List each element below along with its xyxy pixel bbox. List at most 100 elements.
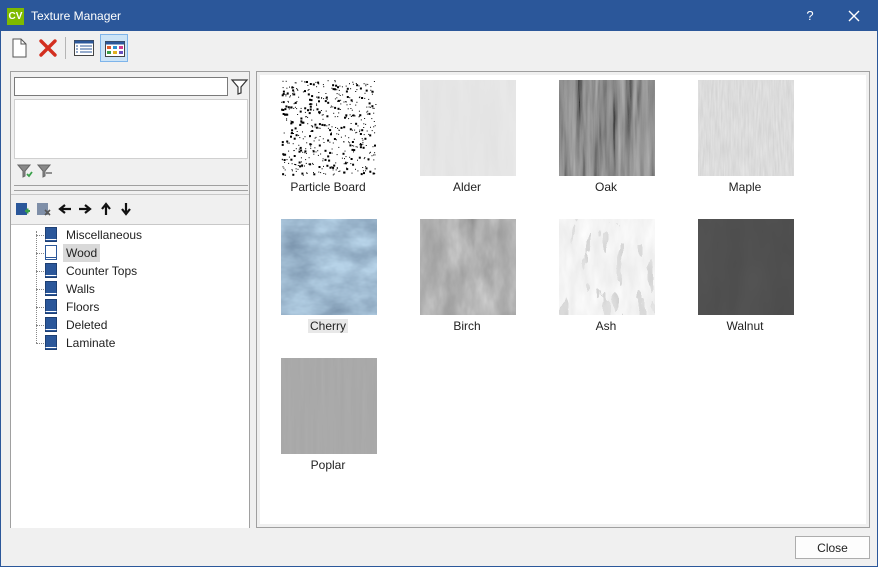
window-title: Texture Manager xyxy=(31,9,122,23)
filter-list[interactable] xyxy=(14,99,248,159)
tree-connector-line xyxy=(36,289,44,290)
book-icon xyxy=(45,281,57,296)
arrow-left-icon xyxy=(58,204,71,214)
book-icon xyxy=(45,299,57,314)
texture-label: Poplar xyxy=(263,458,393,472)
texture-label-text: Maple xyxy=(728,180,762,194)
apply-filter-button[interactable] xyxy=(16,163,33,179)
move-left-button[interactable] xyxy=(57,201,73,217)
texture-tile[interactable]: Maple xyxy=(680,76,810,200)
texture-tile[interactable]: Oak xyxy=(541,76,671,200)
texture-label: Birch xyxy=(402,319,532,333)
texture-label-text: Particle Board xyxy=(290,180,366,194)
tree-item-label: Floors xyxy=(66,300,100,314)
clear-filter-button[interactable] xyxy=(36,163,53,179)
window-close-button[interactable] xyxy=(841,5,867,27)
tree-toolbar xyxy=(11,194,249,223)
texture-label-text: Oak xyxy=(594,180,617,194)
texture-thumbnail xyxy=(698,80,794,176)
delete-icon xyxy=(39,39,57,57)
category-panel: Miscellaneous Wood Counter Tops Walls Floors… xyxy=(10,71,250,528)
texture-label-text: Poplar xyxy=(310,458,346,472)
toolbar xyxy=(1,31,877,65)
tree-connector-line xyxy=(36,271,44,272)
texture-tile[interactable]: Poplar xyxy=(263,354,393,478)
title-bar[interactable]: CV Texture Manager ? xyxy=(1,1,877,31)
toolbar-separator xyxy=(65,37,66,59)
texture-thumbnail xyxy=(559,80,655,176)
texture-thumbnail xyxy=(281,219,377,315)
texture-tile[interactable]: Birch xyxy=(402,215,532,339)
texture-tile[interactable]: Ash xyxy=(541,215,671,339)
arrow-right-icon xyxy=(79,204,92,214)
list-view-icon xyxy=(74,40,94,56)
remove-category-button[interactable] xyxy=(36,201,52,217)
delete-button[interactable] xyxy=(34,34,62,62)
move-down-button[interactable] xyxy=(118,201,134,217)
tree-connector-line xyxy=(36,307,44,308)
texture-label: Oak xyxy=(541,180,671,194)
tree-connector-line xyxy=(36,235,44,236)
texture-gallery[interactable]: Particle Board Alder Oak Maple Cherry Birch As… xyxy=(260,75,866,524)
texture-tile[interactable]: Cherry xyxy=(263,215,393,339)
open-book-icon xyxy=(45,245,57,260)
clear-filter-icon xyxy=(36,164,52,178)
texture-label: Maple xyxy=(680,180,810,194)
texture-thumbnail xyxy=(420,80,516,176)
tree-item-label: Wood xyxy=(63,244,101,262)
list-view-button[interactable] xyxy=(70,34,98,62)
arrow-down-icon xyxy=(121,203,131,216)
tree-item-label: Miscellaneous xyxy=(66,228,143,242)
book-icon xyxy=(45,263,57,278)
filter-button[interactable] xyxy=(230,77,249,96)
remove-folder-icon xyxy=(37,203,51,216)
panel-splitter[interactable] xyxy=(14,185,248,191)
texture-gallery-panel: Particle Board Alder Oak Maple Cherry Birch As… xyxy=(256,71,870,528)
help-button[interactable]: ? xyxy=(801,7,819,25)
texture-thumbnail xyxy=(281,358,377,454)
tree-item-label: Counter Tops xyxy=(66,264,138,278)
arrow-up-icon xyxy=(101,202,111,215)
texture-label: Particle Board xyxy=(263,180,393,194)
tree-item-label: Deleted xyxy=(66,318,108,332)
book-icon xyxy=(45,227,57,242)
book-icon xyxy=(45,335,57,350)
add-category-button[interactable] xyxy=(15,201,31,217)
category-tree[interactable]: Miscellaneous Wood Counter Tops Walls Floors… xyxy=(11,224,249,528)
tree-connector-line xyxy=(36,343,44,344)
tree-item-label: Walls xyxy=(66,282,95,296)
texture-label: Walnut xyxy=(680,319,810,333)
texture-manager-window: CV Texture Manager ? Miscellaneous Wood … xyxy=(0,0,878,567)
texture-label-text: Cherry xyxy=(307,319,348,333)
apply-filter-icon xyxy=(16,164,33,178)
filter-icon xyxy=(230,79,249,95)
texture-label-text: Alder xyxy=(452,180,481,194)
thumbnail-view-button[interactable] xyxy=(100,34,128,62)
texture-tile[interactable]: Particle Board xyxy=(263,76,393,200)
new-document-icon xyxy=(12,38,27,58)
add-folder-icon xyxy=(16,203,30,215)
texture-tile[interactable]: Walnut xyxy=(680,215,810,339)
texture-thumbnail xyxy=(698,219,794,315)
move-up-button[interactable] xyxy=(98,201,114,217)
texture-tile[interactable]: Alder xyxy=(402,76,532,200)
texture-label-text: Ash xyxy=(595,319,617,333)
tree-connector-line xyxy=(36,231,37,343)
tree-connector-line xyxy=(36,325,44,326)
texture-label-text: Birch xyxy=(453,319,481,333)
texture-thumbnail xyxy=(420,219,516,315)
texture-label-text: Walnut xyxy=(726,319,764,333)
close-icon xyxy=(848,10,860,22)
close-button[interactable]: Close xyxy=(795,536,870,559)
texture-thumbnail xyxy=(559,219,655,315)
texture-label: Cherry xyxy=(263,319,393,333)
move-right-button[interactable] xyxy=(77,201,93,217)
search-input[interactable] xyxy=(14,77,228,96)
tree-connector-line xyxy=(36,253,44,254)
book-icon xyxy=(45,317,57,332)
tree-item-label: Laminate xyxy=(66,336,116,350)
app-logo: CV xyxy=(7,8,24,25)
new-texture-button[interactable] xyxy=(5,34,33,62)
texture-thumbnail xyxy=(281,80,377,176)
texture-label: Ash xyxy=(541,319,671,333)
